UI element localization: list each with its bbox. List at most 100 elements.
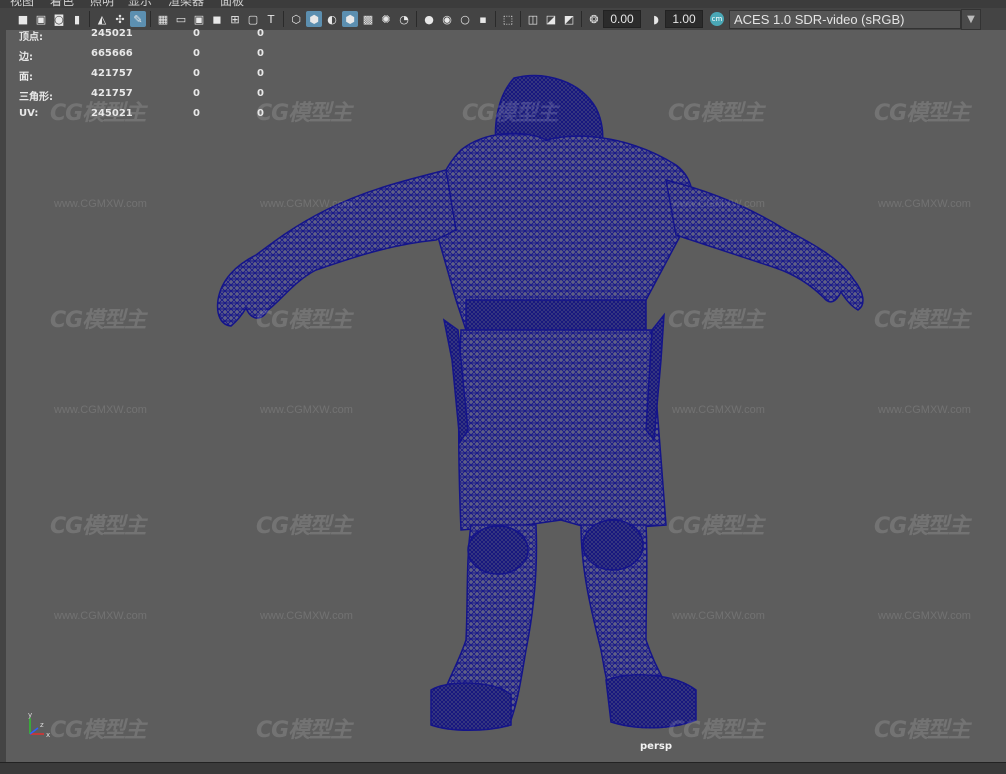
menu-show[interactable]: 显示 [128,0,152,8]
color-management-icon[interactable]: cm [710,12,724,26]
film-gate-icon[interactable]: ▭ [173,11,189,27]
menu-renderer[interactable]: 渲染器 [168,0,204,8]
watermark-url: www.CGMXW.com [54,404,147,416]
xray-joints-icon[interactable]: ◪ [543,11,559,27]
separator [520,11,521,27]
safe-action-icon[interactable]: ▢ [245,11,261,27]
hud-value: 245021 [91,108,133,119]
watermark-logo: CG模型主 [50,718,146,743]
hud-value: 0 [257,48,264,59]
axis-gizmo: y x z [28,711,50,739]
mesh-left-foot [430,682,512,731]
hud-label: UV: [19,108,39,119]
character-wireframe-mesh [216,74,864,731]
menu-shading[interactable]: 着色 [50,0,74,8]
exposure-field[interactable]: 0.00 [603,10,641,28]
mesh-left-knee [467,525,529,575]
watermark-logo: CG模型主 [874,718,970,743]
watermark-logo: CG模型主 [256,514,352,539]
hud-value: 0 [257,28,264,39]
watermark-logo: CG模型主 [50,308,146,333]
2d-pan-zoom-icon[interactable]: ✣ [112,11,128,27]
hud-value: 0 [193,108,200,119]
watermark-logo: CG模型主 [874,514,970,539]
hud-row-edges: 边: 665666 0 0 [13,48,273,63]
watermark-logo: CG模型主 [668,718,764,743]
menu-lighting[interactable]: 照明 [90,0,114,8]
watermark-url: www.CGMXW.com [878,610,971,622]
isolate-select-icon[interactable]: ⬚ [500,11,516,27]
gamma-icon[interactable]: ◗ [648,11,664,27]
watermark-logo: CG模型主 [50,514,146,539]
hud-label: 边: [19,52,33,63]
camera-icon[interactable]: ■ [15,11,31,27]
menu-panels[interactable]: 面板 [220,0,244,8]
xray-icon[interactable]: ◫ [525,11,541,27]
shadows-icon[interactable]: ◔ [396,11,412,27]
smooth-shade-icon[interactable]: ⬢ [306,11,322,27]
axis-z-label: z [40,721,44,729]
watermark-url: www.CGMXW.com [260,610,353,622]
watermark-url: www.CGMXW.com [878,404,971,416]
grease-pencil-icon[interactable]: ✎ [130,11,146,27]
wireframe-icon[interactable]: ⬡ [288,11,304,27]
lights-icon[interactable]: ✺ [378,11,394,27]
camera-attributes-icon[interactable]: ▣ [33,11,49,27]
watermark-logo: CG模型主 [874,101,970,126]
watermark-url: www.CGMXW.com [672,610,765,622]
textured-icon[interactable]: ▩ [360,11,376,27]
watermark-logo: CG模型主 [668,308,764,333]
wireframe-on-shaded-icon[interactable]: ⬢ [342,11,358,27]
mesh-shorts [458,329,667,531]
hud-value: 421757 [91,68,133,79]
ambient-occlusion-icon[interactable]: ● [421,11,437,27]
bookmark-icon[interactable]: ▮ [69,11,85,27]
separator [150,11,151,27]
watermark-logo: CG模型主 [256,718,352,743]
hud-row-vertices: 顶点: 245021 0 0 [13,28,273,43]
hud-value: 245021 [91,28,133,39]
image-plane-icon[interactable]: ◭ [94,11,110,27]
backface-culling-icon[interactable]: ◩ [561,11,577,27]
motion-blur-icon[interactable]: ◉ [439,11,455,27]
separator [283,11,284,27]
hud-value: 0 [193,28,200,39]
field-chart-icon[interactable]: ⊞ [227,11,243,27]
chevron-down-icon[interactable]: ▼ [961,8,981,30]
viewport-menubar: 视图 着色 照明 显示 渲染器 面板 [0,0,1006,8]
hud-value: 0 [257,88,264,99]
watermark-url: www.CGMXW.com [54,610,147,622]
hud-label: 面: [19,72,33,83]
watermark-url: www.CGMXW.com [878,198,971,210]
camera-name-label: persp [640,741,672,752]
axis-z-line [29,727,39,735]
timeline-bar[interactable] [0,762,1006,774]
hud-value: 0 [193,88,200,99]
watermark-logo: CG模型主 [668,101,764,126]
perspective-viewport[interactable]: CG模型主 CG模型主 CG模型主 CG模型主 CG模型主 www.CGMXW.… [6,30,1006,762]
safe-title-icon[interactable]: T [263,11,279,27]
antialiasing-icon[interactable]: ○ [457,11,473,27]
hud-label: 顶点: [19,32,43,43]
separator [581,11,582,27]
watermark-logo: CG模型主 [874,308,970,333]
default-material-icon[interactable]: ◐ [324,11,340,27]
watermark-logo: CG模型主 [668,514,764,539]
hud-label: 三角形: [19,92,53,103]
color-management-dropdown[interactable]: ACES 1.0 SDR-video (sRGB) [729,9,961,29]
resolution-gate-icon[interactable]: ▣ [191,11,207,27]
watermark-url: www.CGMXW.com [672,198,765,210]
grid-icon[interactable]: ▦ [155,11,171,27]
gamma-field[interactable]: 1.00 [665,10,703,28]
camera-lock-icon[interactable]: ◙ [51,11,67,27]
hud-row-triangles: 三角形: 421757 0 0 [13,88,273,103]
depth-of-field-icon[interactable]: ▪ [475,11,491,27]
hud-value: 0 [193,68,200,79]
exposure-icon[interactable]: ❂ [586,11,602,27]
hud-value: 0 [257,68,264,79]
gate-mask-icon[interactable]: ◼ [209,11,225,27]
separator [495,11,496,27]
hud-row-uvs: UV: 245021 0 0 [13,108,273,120]
hud-value: 0 [193,48,200,59]
menu-view[interactable]: 视图 [10,0,34,8]
